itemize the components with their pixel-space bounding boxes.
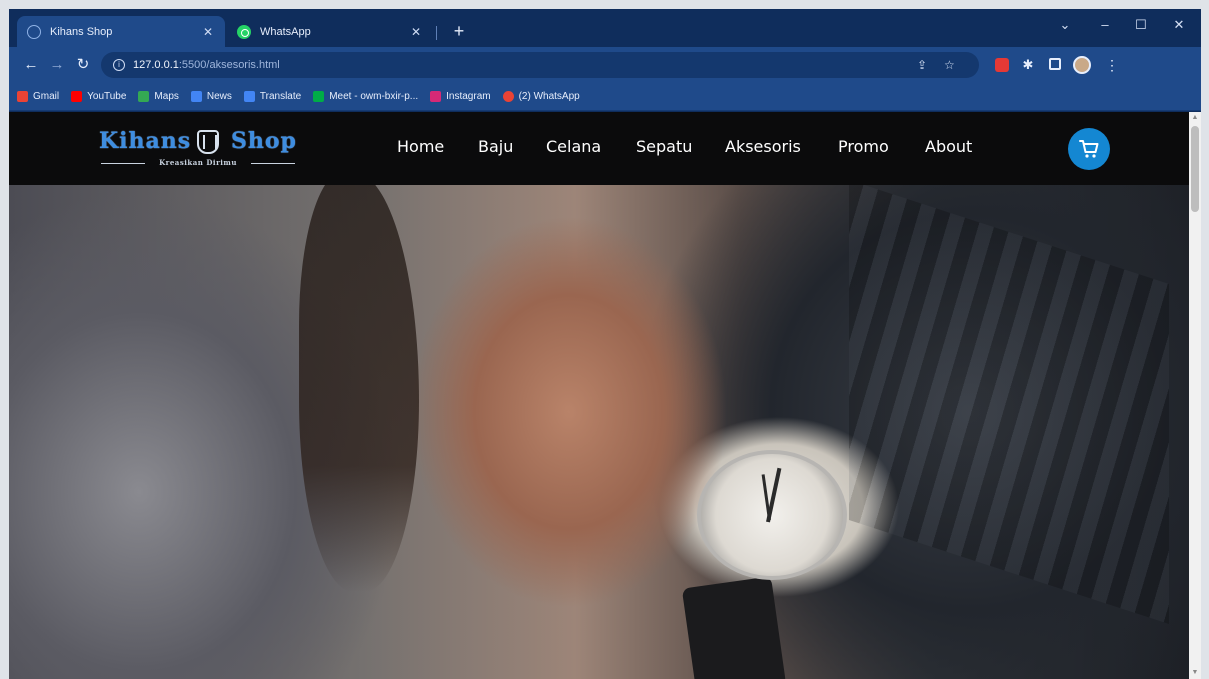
side-panel-icon[interactable] bbox=[1049, 58, 1061, 70]
address-bar[interactable]: i 127.0.0.1 :5500/aksesoris.html bbox=[101, 52, 979, 78]
cart-button[interactable] bbox=[1068, 128, 1110, 170]
page-scrollbar[interactable]: ▲ ▼ bbox=[1189, 112, 1201, 679]
nav-home[interactable]: Home bbox=[397, 137, 444, 156]
tagline-rule-right bbox=[251, 163, 295, 164]
nav-promo[interactable]: Promo bbox=[838, 137, 889, 156]
tab-title: Kihans Shop bbox=[50, 25, 113, 38]
news-icon bbox=[190, 91, 202, 102]
site-logo[interactable]: Kihans Shop Kreasikan Dirimu bbox=[93, 126, 303, 172]
bookmark-instagram[interactable]: Instagram bbox=[430, 91, 491, 102]
share-icon[interactable]: ⇪ bbox=[917, 58, 927, 72]
back-arrow-icon[interactable]: ← bbox=[19, 53, 43, 77]
logo-word-left: Kihans bbox=[99, 128, 192, 154]
extensions-puzzle-icon[interactable]: ✱ bbox=[1021, 58, 1035, 72]
whatsapp-icon bbox=[502, 91, 514, 102]
bookmark-whatsapp[interactable]: (2) WhatsApp bbox=[502, 91, 580, 102]
reload-icon[interactable]: ↻ bbox=[71, 53, 95, 77]
instagram-icon bbox=[430, 91, 442, 102]
youtube-icon bbox=[71, 91, 83, 102]
scrollbar-thumb[interactable] bbox=[1191, 126, 1199, 212]
laptop-keyboard-shape bbox=[849, 180, 1169, 624]
scroll-down-arrow-icon[interactable]: ▼ bbox=[1189, 667, 1201, 679]
logo-emblem-icon bbox=[197, 130, 219, 154]
tab-search-icon[interactable]: ⌄ bbox=[1045, 13, 1085, 37]
meet-icon bbox=[313, 91, 325, 102]
tab-separator bbox=[436, 26, 437, 40]
info-icon[interactable]: i bbox=[113, 59, 125, 71]
new-tab-button[interactable]: + bbox=[447, 19, 471, 43]
close-window-button[interactable]: ✕ bbox=[1159, 13, 1199, 37]
tab-strip: Kihans Shop ✕ WhatsApp ✕ + ⌄ – ☐ ✕ bbox=[9, 9, 1201, 47]
url-path: :5500/aksesoris.html bbox=[178, 59, 280, 71]
site-navbar: Kihans Shop Kreasikan Dirimu Home Baju C… bbox=[9, 112, 1189, 185]
bookmark-news[interactable]: News bbox=[190, 91, 232, 102]
bookmark-label: YouTube bbox=[87, 91, 127, 102]
bookmark-meet[interactable]: Meet - owm-bxir-p... bbox=[313, 91, 418, 102]
profile-avatar[interactable] bbox=[1073, 56, 1091, 74]
globe-icon bbox=[27, 24, 41, 39]
bookmark-label: Meet - owm-bxir-p... bbox=[329, 91, 419, 102]
nav-celana[interactable]: Celana bbox=[546, 137, 601, 156]
gmail-icon bbox=[17, 91, 28, 102]
bookmarks-bar: Gmail YouTube Maps News Translate Meet -… bbox=[9, 83, 1201, 111]
tab-whatsapp[interactable]: WhatsApp ✕ bbox=[227, 16, 433, 47]
bookmark-label: Gmail bbox=[33, 91, 60, 102]
minimize-button[interactable]: – bbox=[1085, 13, 1125, 37]
kebab-menu-icon[interactable]: ⋮ bbox=[1105, 58, 1119, 72]
maps-icon bbox=[138, 91, 150, 102]
bookmark-youtube[interactable]: YouTube bbox=[71, 91, 126, 102]
whatsapp-icon bbox=[237, 24, 251, 39]
nav-sepatu[interactable]: Sepatu bbox=[636, 137, 692, 156]
hair-shape bbox=[299, 172, 419, 592]
bookmark-star-icon[interactable]: ☆ bbox=[944, 58, 955, 72]
cart-icon bbox=[1079, 140, 1099, 158]
bookmark-label: (2) WhatsApp bbox=[518, 91, 580, 102]
watch-face-shape bbox=[697, 450, 847, 580]
translate-icon bbox=[243, 91, 255, 102]
close-icon[interactable]: ✕ bbox=[409, 25, 423, 39]
nav-about[interactable]: About bbox=[925, 137, 972, 156]
close-icon[interactable]: ✕ bbox=[201, 25, 215, 39]
browser-toolbar: ← → ↻ i 127.0.0.1 :5500/aksesoris.html ⇪… bbox=[9, 47, 1201, 83]
maximize-button[interactable]: ☐ bbox=[1121, 13, 1161, 37]
tab-kihans-shop[interactable]: Kihans Shop ✕ bbox=[17, 16, 225, 47]
forward-arrow-icon[interactable]: → bbox=[45, 53, 69, 77]
logo-word-right: Shop bbox=[231, 128, 297, 154]
browser-window: Kihans Shop ✕ WhatsApp ✕ + ⌄ – ☐ ✕ ← → ↻… bbox=[9, 9, 1201, 679]
nav-baju[interactable]: Baju bbox=[478, 137, 513, 156]
nav-aksesoris[interactable]: Aksesoris bbox=[725, 137, 801, 156]
watch-strap-shape bbox=[681, 576, 787, 679]
scroll-up-arrow-icon[interactable]: ▲ bbox=[1189, 112, 1201, 124]
page-viewport: Kihans Shop Kreasikan Dirimu Home Baju C… bbox=[9, 112, 1201, 679]
url-host: 127.0.0.1 bbox=[133, 59, 179, 71]
extension-icon[interactable] bbox=[995, 58, 1009, 72]
bookmark-label: Translate bbox=[259, 91, 302, 102]
bookmark-translate[interactable]: Translate bbox=[243, 91, 302, 102]
bookmark-label: Instagram bbox=[446, 91, 491, 102]
tab-title: WhatsApp bbox=[260, 25, 311, 38]
bookmark-gmail[interactable]: Gmail bbox=[17, 91, 59, 102]
bookmark-maps[interactable]: Maps bbox=[138, 91, 179, 102]
hero-image-wrist-watch bbox=[9, 112, 1189, 679]
bookmark-label: News bbox=[206, 91, 232, 102]
bookmark-label: Maps bbox=[154, 91, 179, 102]
